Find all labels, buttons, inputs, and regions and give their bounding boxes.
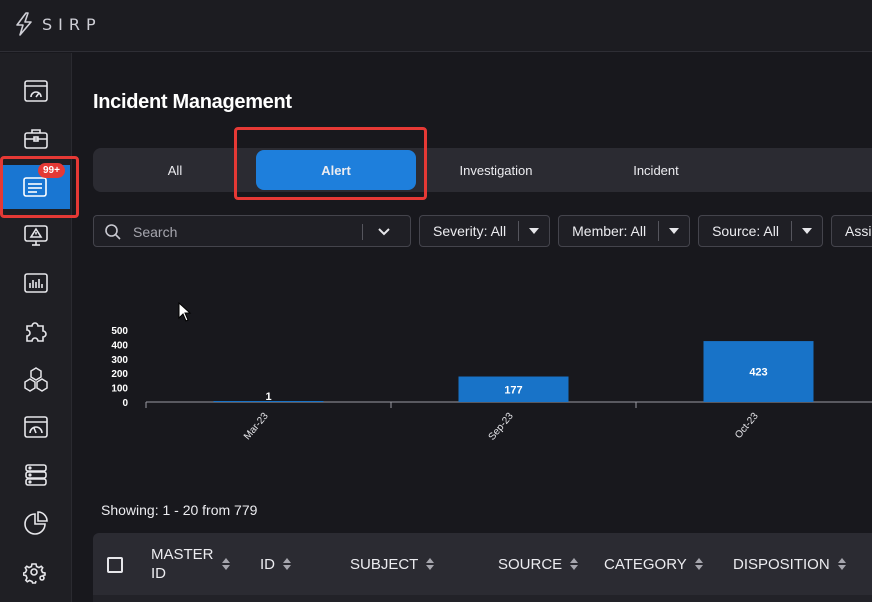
assignee-filter[interactable]: Assig	[831, 215, 872, 247]
tab-investigation[interactable]: Investigation	[416, 150, 576, 190]
sidebar-item-reports[interactable]	[0, 261, 72, 305]
column-category[interactable]: CATEGORY	[604, 533, 703, 595]
caret-down-icon[interactable]	[519, 228, 549, 234]
sidebar-item-data[interactable]	[0, 453, 72, 497]
column-master-id-line1: MASTER	[151, 546, 214, 563]
data-label: 423	[749, 367, 767, 379]
y-tick-label: 0	[122, 398, 128, 409]
sort-icon[interactable]	[694, 558, 703, 570]
table-row[interactable]	[93, 595, 872, 602]
bolt-logo-icon	[16, 12, 32, 36]
showing-count: Showing: 1 - 20 from 779	[101, 502, 258, 518]
sidebar-item-statistics[interactable]	[0, 501, 72, 545]
y-tick-label: 500	[111, 326, 128, 337]
sort-icon[interactable]	[221, 558, 230, 570]
column-category-label: CATEGORY	[604, 555, 687, 573]
logo-text: SIRP	[42, 14, 102, 34]
top-bar: SIRP	[0, 0, 872, 52]
column-disposition-label: DISPOSITION	[733, 555, 830, 573]
monitor-warning-icon	[24, 225, 48, 246]
source-filter[interactable]: Source: All	[698, 215, 823, 247]
sort-icon[interactable]	[283, 558, 291, 570]
settings-gear-icon	[23, 563, 46, 584]
caret-down-icon[interactable]	[659, 228, 689, 234]
sidebar-item-settings[interactable]	[0, 549, 72, 593]
search-input[interactable]: Search	[133, 224, 177, 240]
column-id[interactable]: ID	[260, 533, 291, 595]
sidebar-item-cases[interactable]	[0, 117, 72, 161]
column-subject-label: SUBJECT	[350, 555, 419, 573]
x-tick-label: Sep-23	[487, 411, 516, 443]
column-id-label: ID	[260, 555, 275, 573]
severity-filter[interactable]: Severity: All	[419, 215, 551, 247]
search-icon	[105, 224, 121, 240]
sort-icon[interactable]	[837, 558, 846, 570]
alerts-count-badge: 99+	[38, 163, 65, 178]
sidebar-item-assets[interactable]	[0, 357, 72, 401]
search-divider	[362, 224, 363, 240]
database-icon	[25, 464, 47, 486]
tab-incident[interactable]: Incident	[576, 150, 736, 190]
sidebar-item-performance[interactable]	[0, 405, 72, 449]
sidebar-item-dashboard[interactable]	[0, 69, 72, 113]
y-tick-label: 100	[111, 384, 128, 395]
cubes-icon	[24, 367, 48, 392]
column-master-id[interactable]: MASTER ID	[151, 533, 230, 595]
column-subject[interactable]: SUBJECT	[350, 533, 435, 595]
brand-logo[interactable]: SIRP	[14, 12, 102, 36]
x-tick-label: Oct-23	[733, 411, 761, 441]
column-master-id-line2: ID	[151, 565, 166, 582]
sidebar-item-integrations[interactable]	[0, 309, 72, 353]
sidebar-item-monitoring[interactable]	[0, 213, 72, 257]
sidebar: 99+	[0, 53, 72, 602]
caret-down-icon[interactable]	[792, 228, 822, 234]
column-source[interactable]: SOURCE	[498, 533, 579, 595]
tab-all[interactable]: All	[95, 150, 255, 190]
puzzle-icon	[26, 322, 47, 342]
data-label: 1	[265, 391, 271, 403]
mouse-cursor-icon	[178, 302, 192, 322]
search-box[interactable]: Search	[93, 215, 411, 247]
dashboard-icon	[24, 80, 48, 102]
chevron-down-icon[interactable]	[377, 225, 391, 239]
pie-chart-icon	[24, 511, 48, 535]
sort-icon[interactable]	[570, 558, 579, 570]
analytics-icon	[24, 273, 48, 293]
severity-filter-label: Severity: All	[433, 223, 507, 239]
filter-bar: Search Severity: All Member: All Source:…	[93, 215, 872, 247]
x-tick-label: Mar-23	[242, 411, 271, 443]
y-tick-label: 400	[111, 340, 128, 351]
sidebar-item-alerts[interactable]: 99+	[0, 163, 70, 209]
member-filter-label: Member: All	[572, 223, 647, 239]
data-label: 177	[504, 384, 522, 396]
select-all-checkbox[interactable]	[107, 557, 123, 573]
page-title: Incident Management	[93, 91, 292, 113]
table-header: MASTER ID ID SUBJECT SOURCE CATEGORY DISP…	[93, 533, 872, 595]
y-tick-label: 300	[111, 355, 128, 366]
y-tick-label: 200	[111, 369, 128, 380]
alerts-bar-chart: 0 100 200 300 400 500 1 Mar-23 177 Sep-23 423 Oct-2…	[111, 326, 872, 443]
column-disposition[interactable]: DISPOSITION	[733, 533, 846, 595]
sort-icon[interactable]	[426, 558, 435, 570]
tab-alert[interactable]: Alert	[256, 150, 416, 190]
briefcase-icon	[24, 129, 48, 149]
source-filter-label: Source: All	[712, 223, 779, 239]
assignee-filter-label: Assig	[845, 223, 872, 239]
gauge-icon	[24, 416, 48, 438]
tab-bar: All Alert Investigation Incident	[93, 148, 872, 192]
main-content: Incident Management All Alert Investigat…	[73, 53, 872, 602]
member-filter[interactable]: Member: All	[558, 215, 691, 247]
column-source-label: SOURCE	[498, 555, 563, 573]
